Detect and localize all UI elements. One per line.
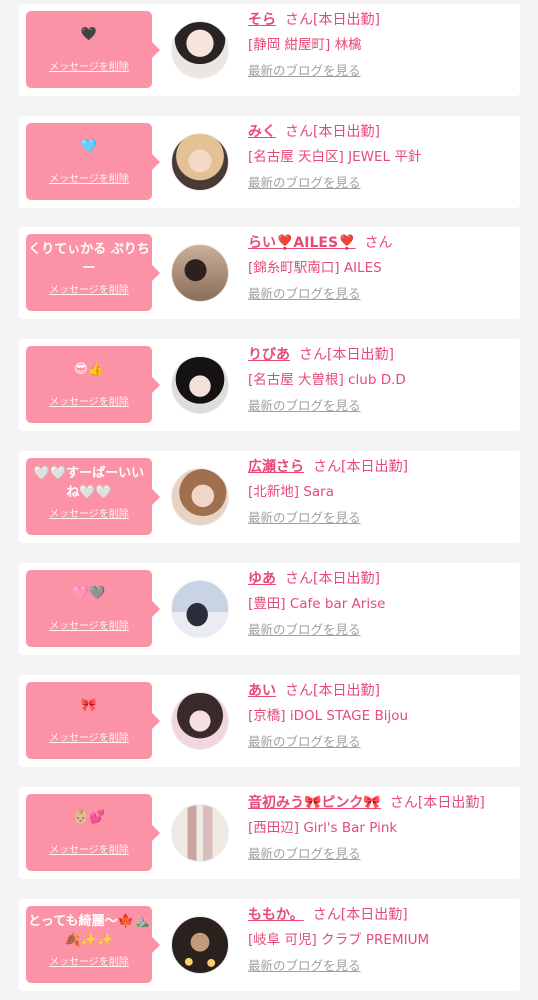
avatar[interactable] [171,356,229,414]
cast-name-link[interactable]: あい [248,683,276,699]
message-bubble: 🩷🩶 メッセージを削除 [26,570,160,647]
latest-blog-link[interactable]: 最新のブログを見る [248,286,516,302]
message-bubble: とっても綺麗〜🍁⛰️🍂✨✨ メッセージを削除 [26,906,160,983]
latest-blog-link[interactable]: 最新のブログを見る [248,622,516,638]
cast-name-link[interactable]: ももか。 [248,907,304,923]
message-text: 😎👍 [74,362,104,377]
delete-message-link[interactable]: メッセージを削除 [26,285,152,297]
message-card: 👶🏼💕 メッセージを削除 音初みう🎀ピンク🎀 さん[本日出勤] [西田辺] Gir… [19,787,520,879]
latest-blog-link[interactable]: 最新のブログを見る [248,510,516,526]
attendance-label: さん [364,235,393,251]
message-text: 🤍🤍すーぱーいいね🤍🤍 [33,466,145,500]
message-card: 🖤 メッセージを削除 そら さん[本日出勤] [静岡 紺屋町] 林檎 最新のブログ… [19,4,520,96]
delete-message-link[interactable]: メッセージを削除 [26,957,152,969]
shop-label: [静岡 紺屋町] 林檎 [248,37,362,53]
delete-message-link[interactable]: メッセージを削除 [26,62,152,74]
avatar[interactable] [171,244,229,302]
message-card: 🩵 メッセージを削除 みく さん[本日出勤] [名古屋 天白区] JEWEL 平針… [19,116,520,208]
message-bubble: 👶🏼💕 メッセージを削除 [26,794,160,871]
delete-message-link[interactable]: メッセージを削除 [26,509,152,521]
message-card: 🎀 メッセージを削除 あい さん[本日出勤] [京橋] iDOL STAGE Bi… [19,675,520,767]
message-text: 🖤 [80,27,98,42]
avatar[interactable] [171,580,229,638]
delete-message-link[interactable]: メッセージを削除 [26,845,152,857]
shop-label: [錦糸町駅南口] AILES [248,260,382,276]
shop-label: [西田辺] Girl's Bar Pink [248,820,398,836]
latest-blog-link[interactable]: 最新のブログを見る [248,958,516,974]
message-card: くりてぃかる ぷりちー メッセージを削除 らい❣️AILES❣️ さん [錦糸町駅… [19,227,520,319]
latest-blog-link[interactable]: 最新のブログを見る [248,846,516,862]
message-card: とっても綺麗〜🍁⛰️🍂✨✨ メッセージを削除 ももか。 さん[本日出勤] [岐阜 … [19,899,520,991]
message-bubble: 🎀 メッセージを削除 [26,682,160,759]
shop-label: [名古屋 天白区] JEWEL 平針 [248,149,422,165]
cast-name-link[interactable]: 広瀬さら [248,459,304,475]
attendance-label: さん[本日出勤] [313,459,408,475]
avatar[interactable] [171,133,229,191]
attendance-label: さん[本日出勤] [285,124,380,140]
latest-blog-link[interactable]: 最新のブログを見る [248,63,516,79]
cast-name-link[interactable]: みく [248,124,276,140]
message-text: 👶🏼💕 [72,810,106,825]
attendance-label: さん[本日出勤] [285,683,380,699]
attendance-label: さん[本日出勤] [312,907,408,923]
attendance-label: さん[本日出勤] [285,571,380,587]
latest-blog-link[interactable]: 最新のブログを見る [248,175,516,191]
delete-message-link[interactable]: メッセージを削除 [26,733,152,745]
message-bubble: 🩵 メッセージを削除 [26,123,160,200]
avatar[interactable] [171,468,229,526]
latest-blog-link[interactable]: 最新のブログを見る [248,734,516,750]
message-bubble: 🤍🤍すーぱーいいね🤍🤍 メッセージを削除 [26,458,160,535]
shop-label: [豊田] Cafe bar Arise [248,596,386,612]
avatar[interactable] [171,21,229,79]
delete-message-link[interactable]: メッセージを削除 [26,174,152,186]
cast-name-link[interactable]: りびあ [248,347,290,363]
message-card: 🤍🤍すーぱーいいね🤍🤍 メッセージを削除 広瀬さら さん[本日出勤] [北新地] … [19,451,520,543]
cast-name-link[interactable]: そら [248,12,276,28]
attendance-label: さん[本日出勤] [389,795,485,811]
delete-message-link[interactable]: メッセージを削除 [26,397,152,409]
attendance-label: さん[本日出勤] [285,12,380,28]
avatar[interactable] [171,804,229,862]
message-text: くりてぃかる ぷりちー [28,242,150,276]
latest-blog-link[interactable]: 最新のブログを見る [248,398,516,414]
avatar[interactable] [171,916,229,974]
message-card: 🩷🩶 メッセージを削除 ゆあ さん[本日出勤] [豊田] Cafe bar Ari… [19,563,520,655]
message-card: 😎👍 メッセージを削除 りびあ さん[本日出勤] [名古屋 大曽根] club D… [19,339,520,431]
avatar[interactable] [171,692,229,750]
message-text: とっても綺麗〜🍁⛰️🍂✨✨ [28,914,150,948]
cast-name-link[interactable]: ゆあ [248,571,276,587]
shop-label: [京橋] iDOL STAGE Bijou [248,708,409,724]
shop-label: [名古屋 大曽根] club D.D [248,372,406,388]
message-bubble: 😎👍 メッセージを削除 [26,346,160,423]
message-text: 🩷🩶 [72,586,106,601]
shop-label: [北新地] Sara [248,484,334,500]
delete-message-link[interactable]: メッセージを削除 [26,621,152,633]
message-bubble: くりてぃかる ぷりちー メッセージを削除 [26,234,160,311]
shop-label: [岐阜 可児] クラブ PREMIUM [248,932,430,948]
message-text: 🎀 [80,698,98,713]
attendance-label: さん[本日出勤] [299,347,394,363]
message-text: 🩵 [80,139,98,154]
message-bubble: 🖤 メッセージを削除 [26,11,160,88]
cast-name-link[interactable]: 音初みう🎀ピンク🎀 [248,795,381,811]
cast-name-link[interactable]: らい❣️AILES❣️ [248,235,355,251]
